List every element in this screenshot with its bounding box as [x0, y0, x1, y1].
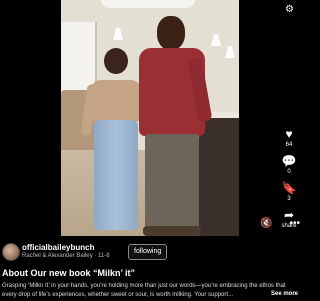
heart-icon: ♥ [285, 127, 293, 141]
bookmark-count: 3 [287, 196, 291, 202]
post-photo[interactable] [61, 0, 239, 236]
like-count: 64 [285, 142, 293, 148]
following-button[interactable]: following [128, 244, 168, 260]
comment-button[interactable]: 💬 0 [278, 155, 300, 176]
comment-icon: 💬 [281, 154, 297, 168]
shoes [143, 226, 201, 236]
head [104, 48, 128, 74]
jeans [94, 120, 138, 230]
bookmark-button[interactable]: 🔖 3 [278, 182, 300, 203]
avatar[interactable] [2, 243, 20, 261]
bookmark-icon: 🔖 [281, 181, 297, 195]
caption-title: About Our new book “Milkn’ it” [2, 268, 135, 278]
comment-count: 0 [287, 169, 291, 175]
head [157, 16, 185, 50]
see-more-link[interactable]: See more [271, 291, 298, 297]
playback-controls: 🔇 ••• [260, 218, 300, 229]
caption-body: Grasping ‘Milkn It’ in your hands, you’r… [2, 283, 286, 298]
account-row: officialbaileybunch Rachel & Alexander B… [2, 241, 298, 263]
account-name[interactable]: officialbaileybunch [22, 243, 94, 252]
settings-icon[interactable]: ⚙ [285, 4, 294, 15]
volume-icon[interactable]: 🔇 [260, 218, 272, 229]
more-options-icon[interactable]: ••• [289, 218, 300, 229]
account-subtitle: Rachel & Alexander Bailey · 11-8 [22, 253, 110, 259]
person-man [133, 16, 213, 236]
like-button[interactable]: ♥ 64 [278, 128, 300, 149]
ceiling-fan [101, 0, 195, 8]
pants [145, 134, 199, 230]
